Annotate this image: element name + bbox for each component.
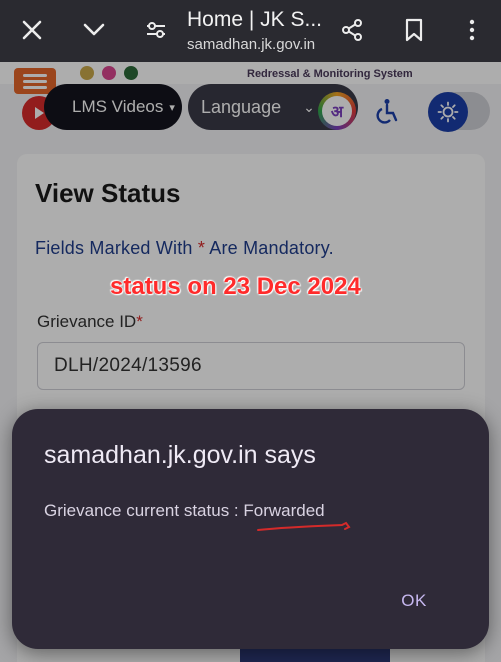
browser-toolbar: Home | JK S... samadhan.jk.gov.in — [0, 0, 501, 62]
grievance-status: Forwarded — [243, 501, 325, 520]
more-vert-icon[interactable] — [454, 12, 490, 48]
browser-url[interactable]: samadhan.jk.gov.in — [187, 36, 315, 53]
dialog-message-prefix: Grievance current status : — [44, 501, 244, 520]
browser-page-title[interactable]: Home | JK S... — [187, 8, 322, 32]
share-icon[interactable] — [334, 12, 370, 48]
red-underline-mark — [257, 521, 351, 531]
site-settings-icon[interactable] — [138, 12, 174, 48]
alert-dialog: samadhan.jk.gov.in says Grievance curren… — [12, 409, 489, 649]
date-annotation: status on 23 Dec 2024 — [110, 273, 361, 300]
chevron-down-icon[interactable] — [76, 12, 112, 48]
close-icon[interactable] — [14, 12, 50, 48]
dialog-title: samadhan.jk.gov.in says — [44, 441, 316, 469]
bookmark-icon[interactable] — [396, 12, 432, 48]
dialog-message: Grievance current status : Forwarded — [44, 501, 325, 521]
ok-button[interactable]: OK — [388, 583, 440, 619]
